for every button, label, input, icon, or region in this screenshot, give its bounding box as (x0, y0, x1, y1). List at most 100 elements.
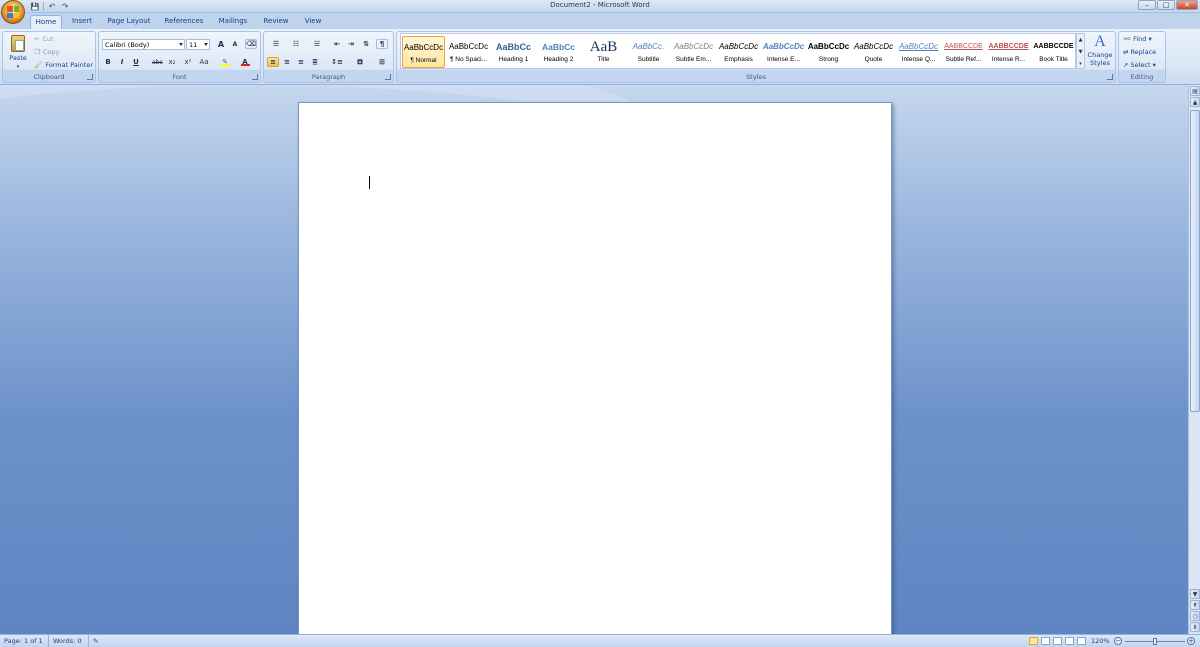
style-emphasis[interactable]: AaBbCcDc Emphasis (717, 36, 760, 68)
style-intense-quote[interactable]: AaBbCcDc Intense Q... (897, 36, 940, 68)
chevron-up-icon[interactable]: ▲ (1077, 34, 1084, 46)
find-button[interactable]: 👓 Find ▾ (1123, 35, 1152, 44)
zoom-in-icon[interactable]: + (1187, 637, 1195, 645)
style-intense-reference[interactable]: AABBCCDE Intense R... (987, 36, 1030, 68)
bold-button[interactable]: B (102, 57, 114, 67)
minimize-button[interactable]: – (1138, 0, 1156, 10)
line-spacing-button[interactable]: ↕≡ (328, 57, 346, 67)
copy-icon: ❐ (34, 48, 40, 56)
decrease-indent-button[interactable]: ⇤ (331, 39, 343, 49)
cursor-icon: ➚ (1123, 61, 1129, 69)
style-title[interactable]: AaB Title (582, 36, 625, 68)
style-no-spacing[interactable]: AaBbCcDc ¶ No Spaci... (447, 36, 490, 68)
ruler-toggle-icon[interactable]: ▤ (1190, 86, 1200, 96)
style-subtle-reference[interactable]: AABBCCDE Subtle Ref... (942, 36, 985, 68)
full-screen-reading-view-icon[interactable] (1041, 637, 1050, 645)
replace-button[interactable]: ⇄ Replace (1123, 48, 1156, 57)
clear-formatting-button[interactable]: ⌫ (245, 39, 257, 49)
proofing-icon[interactable]: ✎ (88, 635, 98, 647)
styles-launcher-icon[interactable] (1107, 74, 1113, 80)
bullets-button[interactable]: ☰ (267, 39, 285, 49)
show-formatting-button[interactable]: ¶ (376, 39, 388, 49)
print-layout-view-icon[interactable] (1029, 637, 1038, 645)
font-launcher-icon[interactable] (252, 74, 258, 80)
align-right-button[interactable]: ≡ (295, 57, 307, 67)
draft-view-icon[interactable] (1077, 637, 1086, 645)
tab-mailings[interactable]: Mailings (214, 15, 252, 29)
borders-button[interactable]: ⊞ (373, 57, 391, 67)
scroll-up-icon[interactable]: ▲ (1190, 97, 1200, 107)
multilevel-list-button[interactable]: ☱ (308, 39, 326, 49)
outline-view-icon[interactable] (1065, 637, 1074, 645)
styles-gallery-scroll[interactable]: ▲ ▼ ▾ (1076, 33, 1085, 69)
style-intense-emphasis[interactable]: AaBbCcDc Intense E... (762, 36, 805, 68)
clipboard-launcher-icon[interactable] (87, 74, 93, 80)
style-heading-2[interactable]: AaBbCc Heading 2 (537, 36, 580, 68)
align-left-button[interactable]: ≡ (267, 57, 279, 67)
zoom-out-icon[interactable]: − (1114, 637, 1122, 645)
previous-page-icon[interactable]: ⇞ (1190, 600, 1200, 610)
highlight-button[interactable]: ✎ (219, 57, 231, 67)
align-center-button[interactable]: ≡ (281, 57, 293, 67)
page-count[interactable]: Page: 1 of 1 (4, 635, 43, 647)
numbering-button[interactable]: ☷ (287, 39, 305, 49)
style-subtitle[interactable]: AaBbCc. Subtitle (627, 36, 670, 68)
font-family-select[interactable]: Calibri (Body) (102, 39, 185, 50)
change-styles-icon: A (1094, 33, 1106, 50)
italic-button[interactable]: I (116, 57, 128, 67)
superscript-button[interactable]: x² (182, 57, 194, 67)
style-book-title[interactable]: AABBCCDE Book Title (1032, 36, 1075, 68)
style-strong[interactable]: AaBbCcDc Strong (807, 36, 850, 68)
scroll-down-icon[interactable]: ▼ (1190, 589, 1200, 599)
maximize-button[interactable]: □ (1157, 0, 1175, 10)
document-page[interactable] (298, 102, 892, 642)
shrink-font-button[interactable]: A (229, 39, 241, 49)
zoom-slider-thumb[interactable] (1153, 638, 1157, 645)
sort-button[interactable]: ⇅ (360, 39, 372, 49)
change-case-button[interactable]: Aa (198, 57, 210, 67)
font-color-button[interactable]: A (239, 57, 251, 67)
strikethrough-button[interactable]: abc (151, 57, 163, 67)
copy-button[interactable]: ❐ Copy (34, 48, 59, 57)
subscript-button[interactable]: x₂ (166, 57, 178, 67)
word-count[interactable]: Words: 0 (48, 635, 82, 647)
tab-review[interactable]: Review (259, 15, 293, 29)
cut-button[interactable]: ✂ Cut (34, 35, 54, 44)
next-page-icon[interactable]: ⇟ (1190, 622, 1200, 632)
paste-button[interactable]: Paste ▾ (6, 34, 30, 72)
paragraph-launcher-icon[interactable] (385, 74, 391, 80)
vertical-scrollbar[interactable]: ▤ ▲ ▼ ⇞ ○ ⇟ (1188, 85, 1200, 634)
shading-button[interactable]: ⛾ (351, 57, 369, 67)
style-name: Emphasis (724, 56, 753, 63)
styles-group-label: Styles (746, 73, 766, 81)
more-icon[interactable]: ▾ (1077, 58, 1084, 70)
paragraph-group-label: Paragraph (311, 73, 346, 81)
style-heading-1[interactable]: AaBbCc Heading 1 (492, 36, 535, 68)
close-button[interactable]: ✕ (1176, 0, 1198, 10)
justify-button[interactable]: ≣ (309, 57, 321, 67)
tab-view[interactable]: View (299, 15, 327, 29)
font-size-select[interactable]: 11 (186, 39, 210, 50)
office-button[interactable] (1, 0, 25, 24)
tab-page-layout[interactable]: Page Layout (104, 15, 154, 29)
web-layout-view-icon[interactable] (1053, 637, 1062, 645)
style-quote[interactable]: AaBbCcDc Quote (852, 36, 895, 68)
tab-references[interactable]: References (160, 15, 208, 29)
underline-button[interactable]: U (130, 57, 142, 67)
style-normal[interactable]: AaBbCcDc ¶ Normal (402, 36, 445, 68)
increase-indent-button[interactable]: ⇥ (345, 39, 357, 49)
tab-home[interactable]: Home (30, 15, 62, 29)
select-button[interactable]: ➚ Select ▾ (1123, 61, 1156, 70)
change-styles-button[interactable]: A Change Styles (1087, 33, 1113, 67)
style-name: Heading 1 (498, 56, 529, 63)
chevron-down-icon[interactable]: ▼ (1077, 46, 1084, 58)
grow-font-button[interactable]: A (215, 39, 227, 49)
zoom-level[interactable]: 120% (1091, 635, 1110, 647)
scrollbar-thumb[interactable] (1190, 110, 1200, 412)
style-subtle-emphasis[interactable]: AaBbCcDc Subtle Em... (672, 36, 715, 68)
browse-object-icon[interactable]: ○ (1190, 611, 1200, 621)
strikethrough-icon: abc (152, 59, 163, 66)
format-painter-button[interactable]: 🖌 Format Painter (34, 61, 93, 70)
tab-insert[interactable]: Insert (66, 15, 98, 29)
style-preview: AaBbCcDc (718, 42, 759, 51)
